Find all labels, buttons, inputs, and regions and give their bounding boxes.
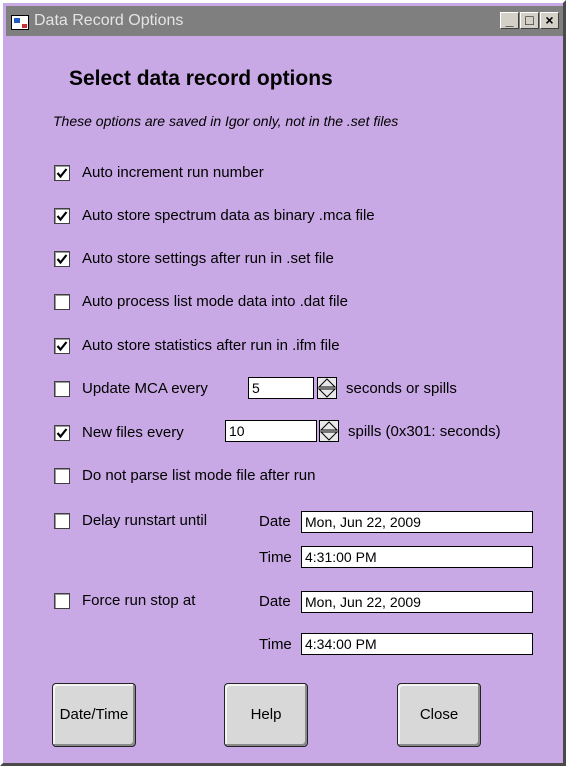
option-label: New files every <box>82 424 184 441</box>
app-icon <box>11 15 29 30</box>
checkbox[interactable] <box>54 208 70 224</box>
stepper-icon <box>319 420 339 442</box>
checkbox[interactable] <box>54 251 70 267</box>
new-files-suffix: spills (0x301: seconds) <box>348 423 501 440</box>
option-label: Do not parse list mode file after run <box>82 467 316 484</box>
delay-time-label: Time <box>259 549 292 566</box>
dialog-subheading: These options are saved in Igor only, no… <box>53 113 399 129</box>
title-bar[interactable]: Data Record Options _ □ × <box>6 6 563 36</box>
check-icon <box>56 341 68 352</box>
checkbox[interactable] <box>54 381 70 397</box>
checkbox[interactable] <box>54 468 70 484</box>
option-label: Auto increment run number <box>82 164 264 181</box>
checkbox[interactable] <box>54 338 70 354</box>
maximize-button[interactable]: □ <box>520 12 539 29</box>
option-label: Auto process list mode data into .dat fi… <box>82 293 348 310</box>
update-mca-input[interactable]: 5 <box>248 377 314 399</box>
delay-date-label: Date <box>259 513 291 530</box>
delay-time-input[interactable]: 4:31:00 PM <box>301 546 533 568</box>
stop-time-label: Time <box>259 636 292 653</box>
close-button[interactable]: Close <box>397 683 481 747</box>
check-icon <box>56 254 68 265</box>
data-record-options-window: Data Record Options _ □ × Select data re… <box>0 0 566 766</box>
datetime-button[interactable]: Date/Time <box>52 683 136 747</box>
check-icon <box>56 211 68 222</box>
update-mca-suffix: seconds or spills <box>346 380 457 397</box>
option-label: Delay runstart until <box>82 512 208 529</box>
new-files-stepper[interactable] <box>319 420 339 442</box>
close-window-button[interactable]: × <box>540 12 559 29</box>
checkbox[interactable] <box>54 513 70 529</box>
option-label: Force run stop at <box>82 592 196 609</box>
checkbox[interactable] <box>54 165 70 181</box>
dialog-heading: Select data record options <box>69 67 333 90</box>
check-icon <box>56 428 68 439</box>
check-icon <box>56 168 68 179</box>
checkbox[interactable] <box>54 294 70 310</box>
option-label: Auto store statistics after run in .ifm … <box>82 337 340 354</box>
checkbox[interactable] <box>54 425 70 441</box>
minimize-button[interactable]: _ <box>500 12 519 29</box>
update-mca-stepper[interactable] <box>317 377 337 399</box>
stop-date-input[interactable]: Mon, Jun 22, 2009 <box>301 591 533 613</box>
option-label: Auto store settings after run in .set fi… <box>82 250 334 267</box>
help-button[interactable]: Help <box>224 683 308 747</box>
stepper-icon <box>317 377 337 399</box>
option-label: Auto store spectrum data as binary .mca … <box>82 207 375 224</box>
window-title: Data Record Options <box>34 12 184 29</box>
stop-time-input[interactable]: 4:34:00 PM <box>301 633 533 655</box>
stop-date-label: Date <box>259 593 291 610</box>
delay-date-input[interactable]: Mon, Jun 22, 2009 <box>301 511 533 533</box>
option-label: Update MCA every <box>82 380 208 397</box>
checkbox[interactable] <box>54 593 70 609</box>
new-files-input[interactable]: 10 <box>225 420 317 442</box>
